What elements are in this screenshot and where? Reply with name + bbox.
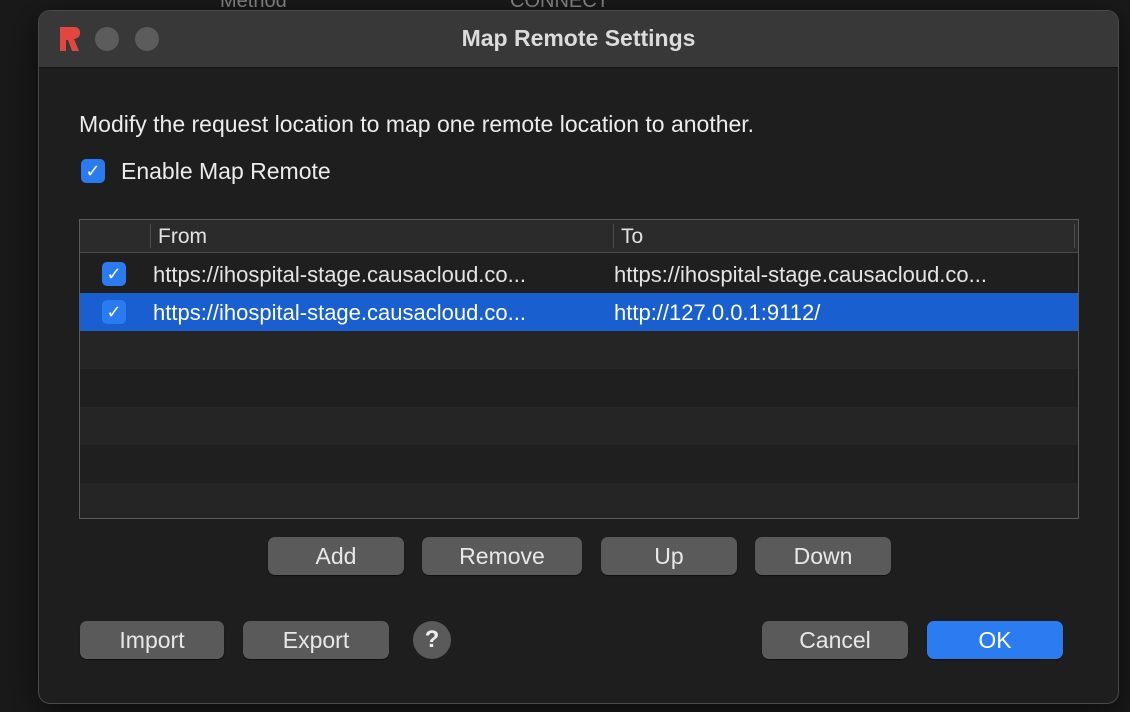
column-divider[interactable] xyxy=(150,224,151,248)
column-divider[interactable] xyxy=(1074,224,1075,248)
background-header-connect: CONNECT xyxy=(510,0,609,12)
table-empty-row xyxy=(80,445,1078,483)
row-enabled-checkbox[interactable]: ✓ xyxy=(102,300,126,324)
window-title: Map Remote Settings xyxy=(461,25,696,51)
import-button[interactable]: Import xyxy=(80,621,224,659)
table-empty-row xyxy=(80,331,1078,369)
cancel-button[interactable]: Cancel xyxy=(762,621,908,659)
table-row[interactable]: ✓ https://ihospital-stage.causacloud.co.… xyxy=(80,255,1078,293)
table-empty-row xyxy=(80,483,1078,518)
map-remote-dialog: Map Remote Settings Modify the request l… xyxy=(38,10,1119,704)
row-to: http://127.0.0.1:9112/ xyxy=(614,300,821,325)
help-button[interactable]: ? xyxy=(413,621,451,659)
export-button[interactable]: Export xyxy=(243,621,389,659)
table-empty-row xyxy=(80,407,1078,445)
enable-map-remote[interactable]: ✓ Enable Map Remote xyxy=(81,157,331,185)
enable-checkbox[interactable]: ✓ xyxy=(81,159,105,183)
enable-label: Enable Map Remote xyxy=(121,157,331,184)
table-row[interactable]: ✓ https://ihospital-stage.causacloud.co.… xyxy=(80,293,1078,331)
background-header-method: Method xyxy=(220,0,287,12)
column-header-from[interactable]: From xyxy=(158,225,207,249)
add-button[interactable]: Add xyxy=(268,537,404,575)
row-to: https://ihospital-stage.causacloud.co... xyxy=(614,262,987,287)
row-from: https://ihospital-stage.causacloud.co... xyxy=(153,300,526,325)
description-text: Modify the request location to map one r… xyxy=(79,111,755,137)
column-header-to[interactable]: To xyxy=(621,225,643,249)
table-header: From To xyxy=(80,220,1078,253)
row-enabled-checkbox[interactable]: ✓ xyxy=(102,262,126,286)
ok-button[interactable]: OK xyxy=(927,621,1063,659)
row-from: https://ihospital-stage.causacloud.co... xyxy=(153,262,526,287)
column-divider[interactable] xyxy=(613,224,614,248)
remove-button[interactable]: Remove xyxy=(422,537,582,575)
title-bar: Map Remote Settings xyxy=(39,11,1118,68)
table-empty-row xyxy=(80,369,1078,407)
mappings-table: From To ✓ https://ihospital-stage.causac… xyxy=(79,219,1079,519)
down-button[interactable]: Down xyxy=(755,537,891,575)
up-button[interactable]: Up xyxy=(601,537,737,575)
